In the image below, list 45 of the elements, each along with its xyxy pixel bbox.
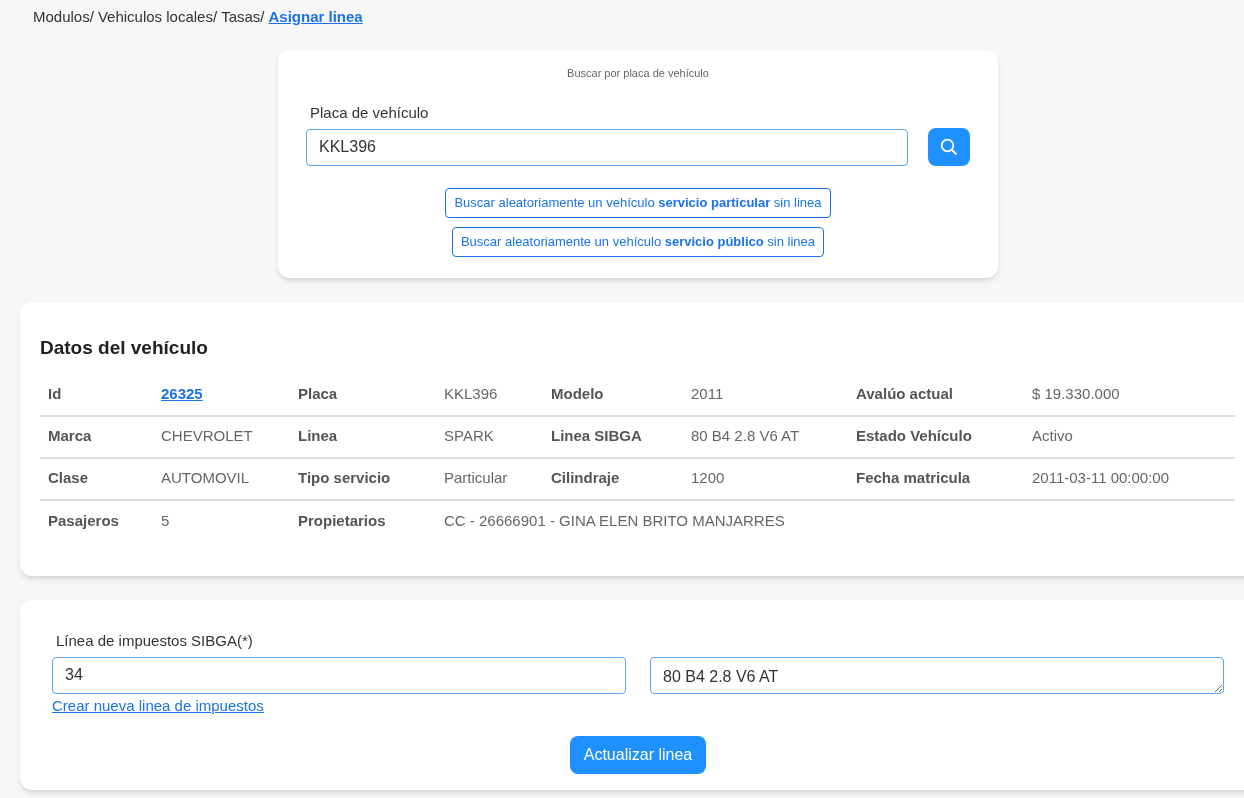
field-value: 2011 [690, 384, 725, 405]
field-label: Cilindraje [550, 468, 621, 489]
field-value: Activo [1031, 426, 1074, 447]
random-search-button[interactable]: Buscar aleatoriamente un vehículo servicio público sin linea [451, 227, 825, 257]
search-icon [940, 138, 959, 156]
breadcrumb-item: Tasas/ [221, 7, 265, 27]
field-value: 1200 [690, 468, 726, 489]
field-value: 5 [160, 511, 171, 532]
field-value: SPARK [443, 426, 495, 447]
field-label: Estado Vehículo [855, 426, 973, 447]
field-label: Propietarios [297, 511, 387, 532]
field-label: Línea de impuestos SIBGA(*) [56, 631, 254, 651]
id-link[interactable]: 26325 [153, 383, 290, 406]
field-label: Marca [47, 426, 93, 447]
field-label: Fecha matricula [855, 468, 972, 489]
field-value: CC - 26666901 - GINA ELEN BRITO MANJARRES [443, 511, 786, 532]
field-value: KKL396 [443, 384, 499, 405]
breadcrumb-item: Vehiculos locales/ [97, 7, 218, 27]
search-button[interactable] [928, 128, 970, 166]
field-label: Pasajeros [47, 511, 120, 532]
breadcrumb-item: Modulos/ [33, 7, 94, 27]
section-title: Datos del vehículo [40, 336, 209, 360]
field-label: Linea [297, 426, 339, 447]
breadcrumb-link[interactable]: Asignar linea [268, 6, 363, 50]
field-label: Linea SIBGA [550, 426, 643, 447]
plate-input-field[interactable]: KKL396 [306, 128, 909, 166]
field-value: $ 19.330.000 [1031, 384, 1121, 405]
tax-code-input-field[interactable]: 34 [52, 656, 626, 694]
field-label: Placa de vehículo [310, 102, 430, 123]
field-value: 2011-03-11 00:00:00 [1031, 468, 1171, 489]
field-value: 80 B4 2.8 V6 AT [690, 426, 801, 447]
field-label: Avalúo actual [855, 384, 954, 405]
random-search-button[interactable]: Buscar aleatoriamente un vehículo servicio particular sin linea [445, 188, 831, 218]
field-label: Tipo servicio [297, 468, 392, 489]
create-tax-line-link[interactable]: Crear nueva linea de impuestos [52, 694, 264, 717]
update-line-button[interactable]: Actualizar linea [569, 735, 707, 774]
field-label: Placa [297, 384, 339, 405]
field-label: Id [47, 384, 63, 405]
tax-description-field[interactable]: 80 B4 2.8 V6 AT [650, 656, 1224, 694]
search-title: Buscar por placa de vehículo [567, 66, 709, 81]
field-label: Modelo [550, 384, 605, 405]
field-value: AUTOMOVIL [160, 468, 251, 489]
field-value: Particular [443, 468, 509, 489]
field-value: CHEVROLET [160, 426, 254, 447]
field-label: Clase [47, 468, 90, 489]
